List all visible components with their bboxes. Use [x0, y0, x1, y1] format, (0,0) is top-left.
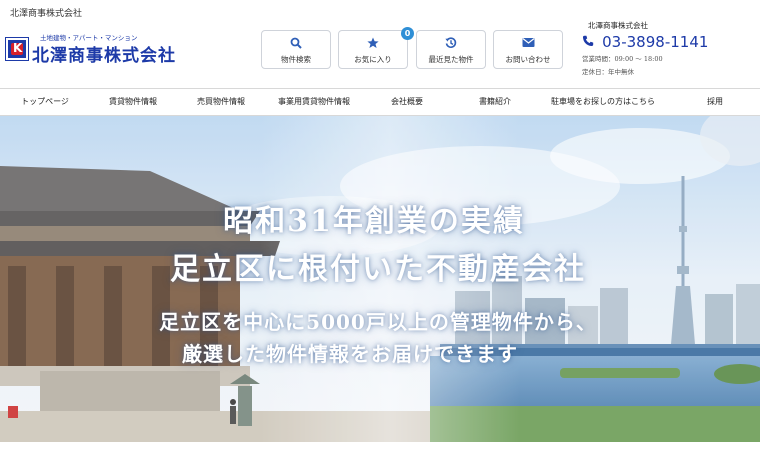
phone-icon [582, 35, 598, 51]
site-logo[interactable]: 土地建物・アパート・マンション 北澤商事株式会社 [5, 34, 206, 66]
closed-days: 定休日：年中無休 [582, 68, 634, 76]
property-search-button[interactable]: 物件検索 [261, 30, 331, 69]
nav-item-sale[interactable]: 売買物件情報 [180, 89, 262, 115]
hero-subline-1: 足立区を中心に5000戸以上の管理物件から、 [159, 310, 597, 334]
nav-item-top[interactable]: トップページ [4, 89, 86, 115]
contact-block: 北澤商事株式会社 03-3898-1141 営業時間：09:00 〜 18:00… [582, 20, 752, 76]
favorites-count-badge: 0 [401, 27, 414, 40]
search-icon [262, 37, 330, 53]
history-icon [417, 37, 485, 53]
nav-item-commercial-rental[interactable]: 事業用賃貸物件情報 [268, 89, 360, 115]
star-icon [339, 37, 407, 53]
business-hours: 営業時間：09:00 〜 18:00 [582, 55, 663, 63]
content-area-start [0, 442, 760, 475]
logo-mark-icon [5, 37, 29, 61]
global-nav: トップページ 賃貸物件情報 売買物件情報 事業用賃貸物件情報 会社概要 書籍紹介… [0, 88, 760, 116]
nav-item-recruit[interactable]: 採用 [674, 89, 756, 115]
contact-company-name: 北澤商事株式会社 [588, 21, 648, 30]
contact-label: お問い合わせ [505, 55, 551, 64]
contact-button[interactable]: お問い合わせ [493, 30, 563, 69]
hero-subline-2: 厳選した物件情報をお届けできます [182, 342, 518, 366]
recently-viewed-button[interactable]: 最近見た物件 [416, 30, 486, 69]
nav-item-company[interactable]: 会社概要 [366, 89, 448, 115]
hero-headline-1: 昭和31年創業の実績 [223, 204, 525, 239]
recently-viewed-label: 最近見た物件 [428, 55, 474, 64]
mail-icon [494, 37, 562, 52]
hero-banner: 昭和31年創業の実績 足立区に根付いた不動産会社 足立区を中心に5000戸以上の… [0, 116, 760, 442]
logo-name: 北澤商事株式会社 [32, 46, 176, 66]
favorites-label: お気に入り [354, 55, 392, 64]
phone-number: 03-3898-1141 [602, 33, 709, 51]
hero-headline-2: 足立区に根付いた不動産会社 [170, 252, 586, 287]
favorites-button[interactable]: お気に入り 0 [338, 27, 414, 69]
nav-item-books[interactable]: 書籍紹介 [454, 89, 536, 115]
header-company-text: 北澤商事株式会社 [10, 9, 83, 19]
property-search-label: 物件検索 [281, 55, 311, 64]
phone-link[interactable]: 03-3898-1141 [582, 33, 752, 51]
nav-item-rental[interactable]: 賃貸物件情報 [92, 89, 174, 115]
nav-item-parking[interactable]: 駐車場をお探しの方はこちら [540, 89, 666, 115]
